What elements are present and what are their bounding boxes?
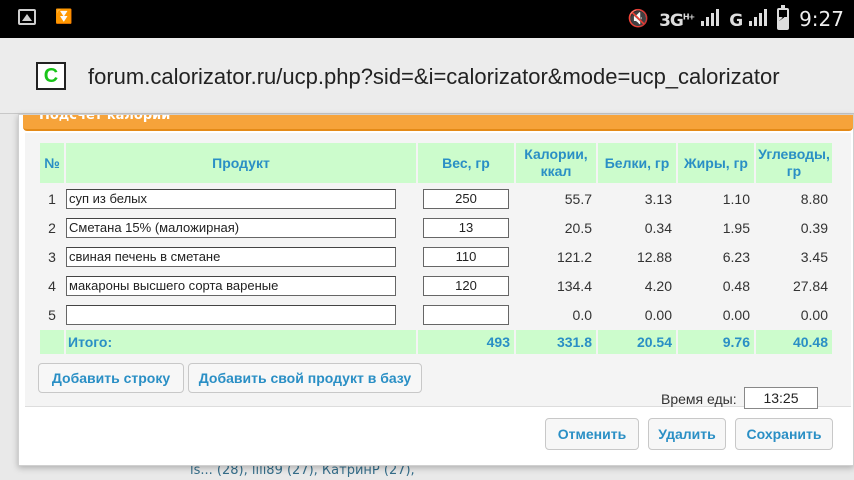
product-cell xyxy=(66,243,416,270)
weight-cell xyxy=(418,214,514,241)
network-3g-indicator: 3GH+ xyxy=(659,8,720,31)
table-row: 5 0.0 0.00 0.00 0.00 xyxy=(40,301,832,328)
protein-value: 0.34 xyxy=(644,219,672,236)
weight-cell xyxy=(418,243,514,270)
total-protein: 20.54 xyxy=(598,330,676,354)
dialog-content: № Продукт Вес, гр Калории, ккал Белки, г… xyxy=(25,133,851,409)
col-header-fat: Жиры, гр xyxy=(678,143,754,183)
product-cell xyxy=(66,214,416,241)
site-favicon-icon: C xyxy=(36,62,66,90)
calories-value: 55.7 xyxy=(564,190,592,207)
product-cell xyxy=(66,301,416,328)
product-input[interactable] xyxy=(66,304,396,325)
signal-bars-icon xyxy=(701,8,720,26)
calories-value: 121.2 xyxy=(556,248,592,265)
col-header-number: № xyxy=(40,143,64,183)
fat-value: 6.23 xyxy=(722,248,750,265)
weight-input[interactable] xyxy=(423,188,509,209)
fat-value: 0.48 xyxy=(722,277,750,294)
fat-value: 1.10 xyxy=(722,190,750,207)
table-row: 3 121.2 12.88 6.23 3.45 xyxy=(40,243,832,270)
dialog-title: Подсчет калорий xyxy=(39,115,171,123)
meal-time-label: Время еды: xyxy=(661,391,737,407)
battery-charging-icon xyxy=(777,5,790,30)
carbs-value: 27.84 xyxy=(792,277,828,294)
table-row: 2 20.5 0.34 1.95 0.39 xyxy=(40,214,832,241)
save-button[interactable]: Сохранить xyxy=(735,418,833,450)
status-indicators: 🔇 3GH+ G 9:27 xyxy=(628,4,844,34)
status-bar: ⏬ 🔇 3GH+ G 9:27 xyxy=(0,0,854,38)
col-header-calories: Калории, ккал xyxy=(516,143,596,183)
cancel-button[interactable]: Отменить xyxy=(545,418,639,450)
carbs-value: 8.80 xyxy=(800,190,828,207)
total-fat: 9.76 xyxy=(678,330,754,354)
weight-input[interactable] xyxy=(423,246,509,267)
product-input[interactable] xyxy=(66,188,396,209)
mute-icon: 🔇 xyxy=(627,9,650,29)
clock: 9:27 xyxy=(799,7,844,31)
gallery-notification-icon xyxy=(18,9,36,25)
network-type-2: G xyxy=(729,10,743,31)
carbs-value: 0.39 xyxy=(800,219,828,236)
total-carbs: 40.48 xyxy=(756,330,832,354)
network-sup: H+ xyxy=(682,11,695,21)
calories-value: 20.5 xyxy=(564,219,592,236)
table-row: 4 134.4 4.20 0.48 27.84 xyxy=(40,272,832,299)
fat-value: 0.00 xyxy=(722,306,750,323)
protein-value: 12.88 xyxy=(636,248,672,265)
carbs-value: 3.45 xyxy=(800,248,828,265)
protein-value: 3.13 xyxy=(644,190,672,207)
product-cell xyxy=(66,272,416,299)
product-input[interactable] xyxy=(66,217,396,238)
network-g-indicator: G xyxy=(729,8,768,31)
table-row: 1 55.7 3.13 1.10 8.80 xyxy=(40,185,832,212)
total-spacer xyxy=(40,330,64,354)
add-row-button[interactable]: Добавить строку xyxy=(38,363,184,393)
row-number: 4 xyxy=(48,277,56,294)
calorie-calculator-dialog: Подсчет калорий ✖ № Продукт Вес, гр Кало… xyxy=(18,114,854,466)
calories-value: 134.4 xyxy=(556,277,592,294)
row-number: 3 xyxy=(48,248,56,265)
table-header-row: № Продукт Вес, гр Калории, ккал Белки, г… xyxy=(40,143,832,183)
total-weight: 493 xyxy=(418,330,514,354)
weight-input[interactable] xyxy=(423,275,509,296)
row-number: 5 xyxy=(48,306,56,323)
product-input[interactable] xyxy=(66,246,396,267)
col-header-weight: Вес, гр xyxy=(418,143,514,183)
weight-cell xyxy=(418,301,514,328)
weight-cell xyxy=(418,185,514,212)
browser-address-bar: C forum.calorizator.ru/ucp.php?sid=&i=ca… xyxy=(0,38,854,114)
total-label: Итого: xyxy=(66,330,416,354)
calories-value: 0.0 xyxy=(572,306,592,323)
add-product-button[interactable]: Добавить свой продукт в базу xyxy=(188,363,422,393)
row-number: 1 xyxy=(48,190,56,207)
product-input[interactable] xyxy=(66,275,396,296)
delete-button[interactable]: Удалить xyxy=(648,418,726,450)
weight-input[interactable] xyxy=(423,304,509,325)
fat-value: 1.95 xyxy=(722,219,750,236)
network-type: 3G xyxy=(659,10,684,31)
dialog-title-bar: Подсчет калорий ✖ xyxy=(23,115,853,131)
total-row: Итого: 493 331.8 20.54 9.76 40.48 xyxy=(40,330,832,354)
meal-time-input[interactable] xyxy=(744,387,818,409)
protein-value: 0.00 xyxy=(644,306,672,323)
calorie-table: № Продукт Вес, гр Калории, ккал Белки, г… xyxy=(38,141,834,356)
weight-cell xyxy=(418,272,514,299)
col-header-protein: Белки, гр xyxy=(598,143,676,183)
row-number: 2 xyxy=(48,219,56,236)
col-header-product: Продукт xyxy=(66,143,416,183)
signal-bars-2-icon xyxy=(749,8,768,26)
weight-input[interactable] xyxy=(423,217,509,238)
product-cell xyxy=(66,185,416,212)
col-header-carbs: Углеводы, гр xyxy=(756,143,832,183)
url-field[interactable]: forum.calorizator.ru/ucp.php?sid=&i=calo… xyxy=(88,62,830,92)
total-calories: 331.8 xyxy=(516,330,596,354)
carbs-value: 0.00 xyxy=(800,306,828,323)
protein-value: 4.20 xyxy=(644,277,672,294)
download-notification-icon: ⏬ xyxy=(55,9,73,25)
